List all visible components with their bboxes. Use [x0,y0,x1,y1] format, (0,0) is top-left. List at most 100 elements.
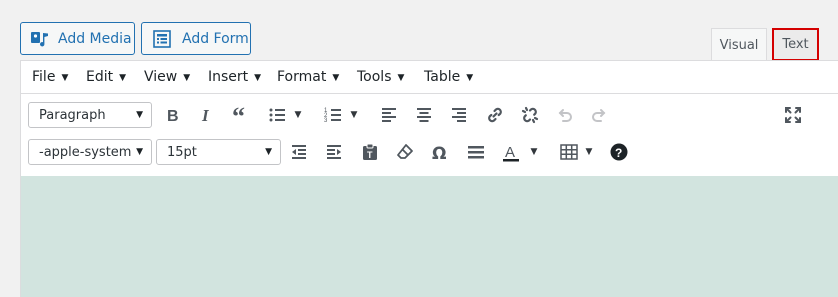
unlink-button[interactable] [518,103,542,127]
help-icon: ? [610,143,628,161]
undo-button[interactable] [553,103,577,127]
horizontal-line-icon [468,146,484,159]
menu-label: View [144,69,178,85]
chevron-down-icon: ▼ [585,147,593,157]
bold-button[interactable]: B [160,103,184,127]
menu-label: Table [424,69,461,85]
chevron-down-icon: ▼ [294,110,302,120]
unlink-icon [521,106,539,124]
menu-table[interactable]: Table ▼ [424,69,473,85]
svg-text:?: ? [615,146,622,160]
text-color-button[interactable]: A [499,140,523,164]
italic-button[interactable]: I [194,103,218,127]
menu-file[interactable]: File ▼ [32,69,68,85]
outdent-icon [292,145,306,159]
chevron-down-icon: ▼ [397,73,405,83]
svg-text:“: “ [232,105,245,125]
bold-icon: B [167,108,179,125]
blockquote-button[interactable]: “ [229,103,253,127]
chevron-down-icon: ▼ [183,73,191,83]
chevron-down-icon: ▼ [350,110,358,120]
svg-text:B: B [167,108,179,125]
align-center-icon [417,108,431,122]
menu-tools[interactable]: Tools ▼ [357,69,404,85]
help-button[interactable]: ? [607,140,631,164]
toolbar: Paragraph ▼ B I “ ▼ 1 2 3 ▼ -apple-syste… [21,94,838,176]
menu-label: Insert [208,69,249,85]
font-size-select[interactable]: 15pt ▼ [156,139,281,165]
italic-icon: I [201,106,210,125]
bullet-list-button[interactable] [265,103,289,127]
media-icon [30,29,50,49]
numbered-list-button[interactable]: 1 2 3 [321,103,345,127]
add-form-button[interactable]: Add Form [141,22,251,55]
fullscreen-button[interactable] [781,103,805,127]
redo-button[interactable] [587,103,611,127]
chevron-down-icon: ▼ [466,73,474,83]
add-media-button[interactable]: Add Media [20,22,135,55]
text-color-dropdown[interactable]: ▼ [527,140,541,164]
chevron-down-icon: ▼ [265,147,272,157]
table-icon [560,144,578,160]
table-button[interactable] [557,140,581,164]
table-dropdown[interactable]: ▼ [582,140,596,164]
chevron-down-icon: ▼ [332,73,340,83]
menu-format[interactable]: Format ▼ [277,69,339,85]
svg-text:3: 3 [324,118,328,124]
align-right-icon [452,108,466,122]
menu-view[interactable]: View ▼ [144,69,190,85]
font-family-select-value: -apple-system [39,144,132,160]
menubar: File ▼ Edit ▼ View ▼ Insert ▼ Format ▼ Tools ▼… [21,60,838,94]
tab-visual-label: Visual [719,37,759,53]
chevron-down-icon: ▼ [530,147,538,157]
add-form-label: Add Form [182,30,249,47]
align-center-button[interactable] [412,103,436,127]
blockquote-icon: “ [232,105,245,125]
editor: File ▼ Edit ▼ View ▼ Insert ▼ Format ▼ Tools ▼… [20,60,838,297]
bullet-list-icon [269,108,285,122]
menu-label: Edit [86,69,114,85]
text-color-icon: A [503,144,519,162]
svg-text:T: T [367,150,373,160]
indent-button[interactable] [322,140,346,164]
special-character-button[interactable]: Ω [428,140,452,164]
tab-visual[interactable]: Visual [711,28,767,61]
tab-text[interactable]: Text [772,28,819,61]
chevron-down-icon: ▼ [119,73,127,83]
paste-text-icon: T [363,143,377,160]
svg-text:Ω: Ω [432,144,446,162]
menu-label: Tools [357,69,392,85]
tab-text-label: Text [782,37,809,52]
format-select[interactable]: Paragraph ▼ [28,102,152,128]
align-right-button[interactable] [447,103,471,127]
menu-label: Format [277,69,327,85]
chevron-down-icon: ▼ [136,110,143,120]
font-size-select-value: 15pt [167,144,197,160]
menu-edit[interactable]: Edit ▼ [86,69,126,85]
menu-insert[interactable]: Insert ▼ [208,69,261,85]
chevron-down-icon: ▼ [254,73,262,83]
chevron-down-icon: ▼ [136,147,143,157]
clear-formatting-button[interactable] [393,140,417,164]
outdent-button[interactable] [287,140,311,164]
align-left-button[interactable] [377,103,401,127]
fullscreen-icon [785,107,801,123]
paste-text-button[interactable]: T [358,140,382,164]
undo-icon [558,109,572,122]
menu-label: File [32,69,56,85]
horizontal-line-button[interactable] [464,140,488,164]
format-select-value: Paragraph [39,107,106,123]
chevron-down-icon: ▼ [61,73,69,83]
add-media-label: Add Media [58,30,132,47]
bullet-list-dropdown[interactable]: ▼ [291,103,305,127]
special-character-icon: Ω [432,144,446,162]
redo-icon [592,109,606,122]
editor-content-area[interactable] [21,176,838,297]
clear-formatting-icon [397,144,413,159]
align-left-icon [382,108,396,122]
link-icon [488,107,502,123]
font-family-select[interactable]: -apple-system ▼ [28,139,152,165]
numbered-list-icon: 1 2 3 [324,108,341,124]
link-button[interactable] [483,103,507,127]
numbered-list-dropdown[interactable]: ▼ [347,103,361,127]
